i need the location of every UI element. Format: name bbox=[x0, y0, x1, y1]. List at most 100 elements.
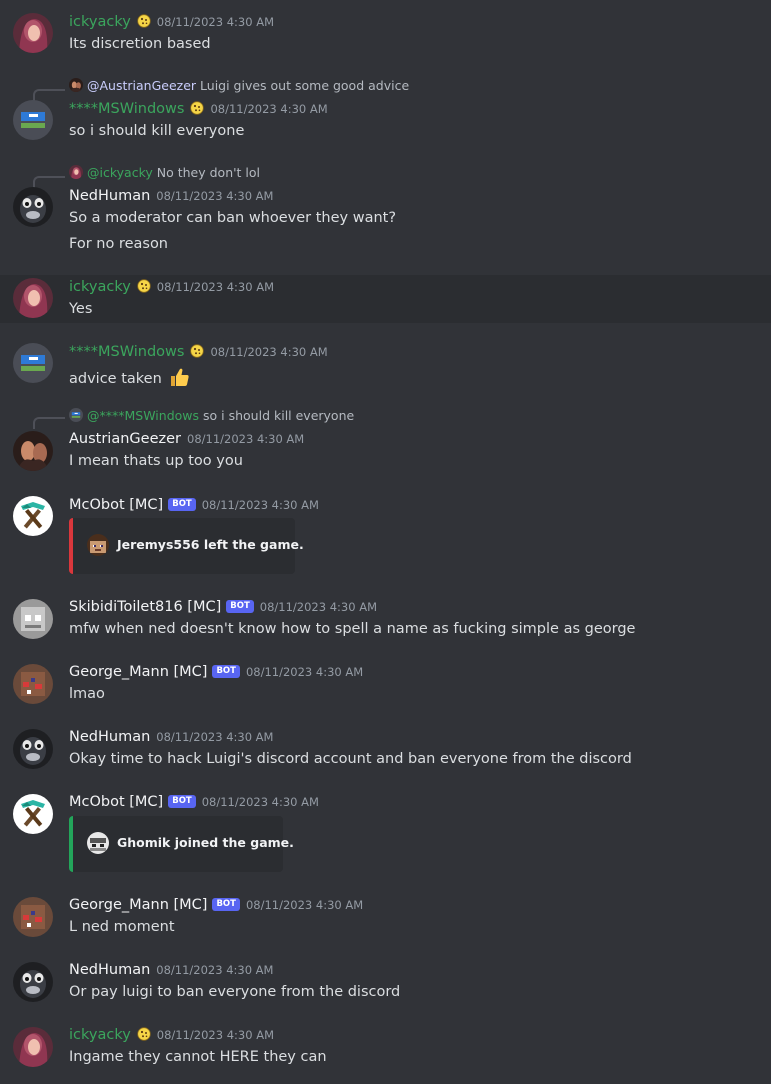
reply-connector bbox=[33, 417, 65, 429]
reply-mention[interactable]: @AustrianGeezer bbox=[87, 78, 196, 93]
cookie-icon bbox=[137, 279, 151, 293]
reply-preview[interactable]: @AustrianGeezer Luigi gives out some goo… bbox=[69, 78, 409, 93]
message: ickyacky 08/11/2023 4:30 AM Its discretio… bbox=[0, 0, 771, 70]
bot-badge: BOT bbox=[168, 498, 196, 511]
message: NedHuman 08/11/2023 4:30 AM Or pay luigi … bbox=[0, 957, 771, 1022]
username[interactable]: NedHuman bbox=[69, 188, 150, 204]
message: George_Mann [MC] BOT 08/11/2023 4:30 AM lm… bbox=[0, 659, 771, 724]
message-text: Yes bbox=[69, 301, 93, 317]
thumbs-up-icon bbox=[168, 366, 190, 388]
reply-mention[interactable]: @ickyacky bbox=[87, 165, 153, 180]
avatar[interactable] bbox=[13, 13, 53, 53]
reply-preview[interactable]: @****MSWindows so i should kill everyone bbox=[69, 408, 354, 423]
reply-connector bbox=[33, 176, 65, 188]
message-header: George_Mann [MC] BOT 08/11/2023 4:30 AM bbox=[69, 897, 363, 913]
avatar[interactable] bbox=[13, 794, 53, 834]
timestamp: 08/11/2023 4:30 AM bbox=[259, 600, 377, 614]
avatar[interactable] bbox=[13, 187, 53, 227]
message: McObot [MC] BOT 08/11/2023 4:30 AM Jeremys… bbox=[0, 488, 771, 594]
message-header: ickyacky 08/11/2023 4:30 AM bbox=[69, 279, 274, 295]
cookie-icon bbox=[190, 344, 204, 358]
username[interactable]: SkibidiToilet816 [MC] bbox=[69, 599, 221, 615]
message: McObot [MC] BOT 08/11/2023 4:30 AM Ghomik … bbox=[0, 789, 771, 892]
message-header: ****MSWindows 08/11/2023 4:30 AM bbox=[69, 344, 328, 360]
message-text: advice taken bbox=[69, 366, 190, 388]
cookie-icon bbox=[190, 101, 204, 115]
message-header: McObot [MC] BOT 08/11/2023 4:30 AM bbox=[69, 794, 319, 810]
bot-badge: BOT bbox=[212, 898, 240, 911]
avatar[interactable] bbox=[13, 343, 53, 383]
player-head-icon bbox=[87, 534, 109, 556]
timestamp: 08/11/2023 4:30 AM bbox=[201, 498, 319, 512]
avatar[interactable] bbox=[13, 599, 53, 639]
message-header: ****MSWindows 08/11/2023 4:30 AM bbox=[69, 101, 328, 117]
reply-avatar bbox=[69, 408, 83, 422]
avatar[interactable] bbox=[13, 962, 53, 1002]
timestamp: 08/11/2023 4:30 AM bbox=[210, 345, 328, 359]
message-text: lmao bbox=[69, 686, 105, 702]
timestamp: 08/11/2023 4:30 AM bbox=[187, 432, 305, 446]
timestamp: 08/11/2023 4:30 AM bbox=[210, 102, 328, 116]
timestamp: 08/11/2023 4:30 AM bbox=[156, 730, 274, 744]
timestamp: 08/11/2023 4:30 AM bbox=[156, 189, 274, 203]
message-header: ickyacky 08/11/2023 4:30 AM bbox=[69, 14, 274, 30]
message-header: NedHuman 08/11/2023 4:30 AM bbox=[69, 188, 273, 204]
message-text: mfw when ned doesn't know how to spell a… bbox=[69, 621, 636, 637]
username[interactable]: AustrianGeezer bbox=[69, 431, 181, 447]
message: NedHuman 08/11/2023 4:30 AM Okay time to … bbox=[0, 724, 771, 789]
avatar[interactable] bbox=[13, 496, 53, 536]
message: SkibidiToilet816 [MC] BOT 08/11/2023 4:30 … bbox=[0, 594, 771, 659]
username[interactable]: George_Mann [MC] bbox=[69, 664, 207, 680]
avatar[interactable] bbox=[13, 1027, 53, 1067]
player-head-icon bbox=[87, 832, 109, 854]
message: ****MSWindows 08/11/2023 4:30 AM advice t… bbox=[0, 323, 771, 398]
message-text-body: advice taken bbox=[69, 371, 162, 387]
message: ickyacky 08/11/2023 4:30 AM Yes bbox=[0, 275, 771, 323]
message-text: so i should kill everyone bbox=[69, 123, 245, 139]
avatar[interactable] bbox=[13, 278, 53, 318]
message-text: So a moderator can ban whoever they want… bbox=[69, 210, 397, 226]
message: @****MSWindows so i should kill everyone… bbox=[0, 398, 771, 488]
reply-preview[interactable]: @ickyacky No they don't lol bbox=[69, 165, 260, 180]
embed: Ghomik joined the game. bbox=[69, 816, 294, 872]
avatar[interactable] bbox=[13, 729, 53, 769]
embed-text: Jeremys556 left the game. bbox=[117, 537, 304, 552]
username[interactable]: NedHuman bbox=[69, 729, 150, 745]
message-header: George_Mann [MC] BOT 08/11/2023 4:30 AM bbox=[69, 664, 363, 680]
message-header: AustrianGeezer 08/11/2023 4:30 AM bbox=[69, 431, 304, 447]
timestamp: 08/11/2023 4:30 AM bbox=[245, 898, 364, 912]
message-header: SkibidiToilet816 [MC] BOT 08/11/2023 4:30 … bbox=[69, 599, 377, 615]
cookie-icon bbox=[137, 14, 151, 28]
reply-text: No they don't lol bbox=[156, 165, 261, 180]
avatar[interactable] bbox=[13, 664, 53, 704]
avatar[interactable] bbox=[13, 897, 53, 937]
username[interactable]: ickyacky bbox=[69, 279, 131, 295]
username[interactable]: McObot [MC] bbox=[69, 794, 163, 810]
username[interactable]: NedHuman bbox=[69, 962, 150, 978]
cookie-icon bbox=[137, 1027, 151, 1041]
avatar[interactable] bbox=[13, 431, 53, 471]
reply-text: so i should kill everyone bbox=[203, 408, 355, 423]
username[interactable]: ickyacky bbox=[69, 14, 131, 30]
username[interactable]: ****MSWindows bbox=[69, 101, 184, 117]
embed: Jeremys556 left the game. bbox=[69, 518, 304, 574]
reply-text: Luigi gives out some good advice bbox=[200, 78, 410, 93]
avatar[interactable] bbox=[13, 100, 53, 140]
username[interactable]: ickyacky bbox=[69, 1027, 131, 1043]
timestamp: 08/11/2023 4:30 AM bbox=[156, 280, 274, 294]
username[interactable]: ****MSWindows bbox=[69, 344, 184, 360]
reply-mention[interactable]: @****MSWindows bbox=[87, 408, 199, 423]
bot-badge: BOT bbox=[168, 795, 196, 808]
reply-avatar bbox=[69, 165, 83, 179]
timestamp: 08/11/2023 4:30 AM bbox=[245, 665, 364, 679]
bot-badge: BOT bbox=[212, 665, 240, 678]
timestamp: 08/11/2023 4:30 AM bbox=[201, 795, 319, 809]
timestamp: 08/11/2023 4:30 AM bbox=[156, 963, 274, 977]
message-text: Ingame they cannot HERE they can bbox=[69, 1049, 327, 1065]
embed-text: Ghomik joined the game. bbox=[117, 835, 294, 850]
message-text: I mean thats up too you bbox=[69, 453, 243, 469]
username[interactable]: George_Mann [MC] bbox=[69, 897, 207, 913]
message-header: ickyacky 08/11/2023 4:30 AM bbox=[69, 1027, 274, 1043]
message-header: NedHuman 08/11/2023 4:30 AM bbox=[69, 962, 273, 978]
username[interactable]: McObot [MC] bbox=[69, 497, 163, 513]
